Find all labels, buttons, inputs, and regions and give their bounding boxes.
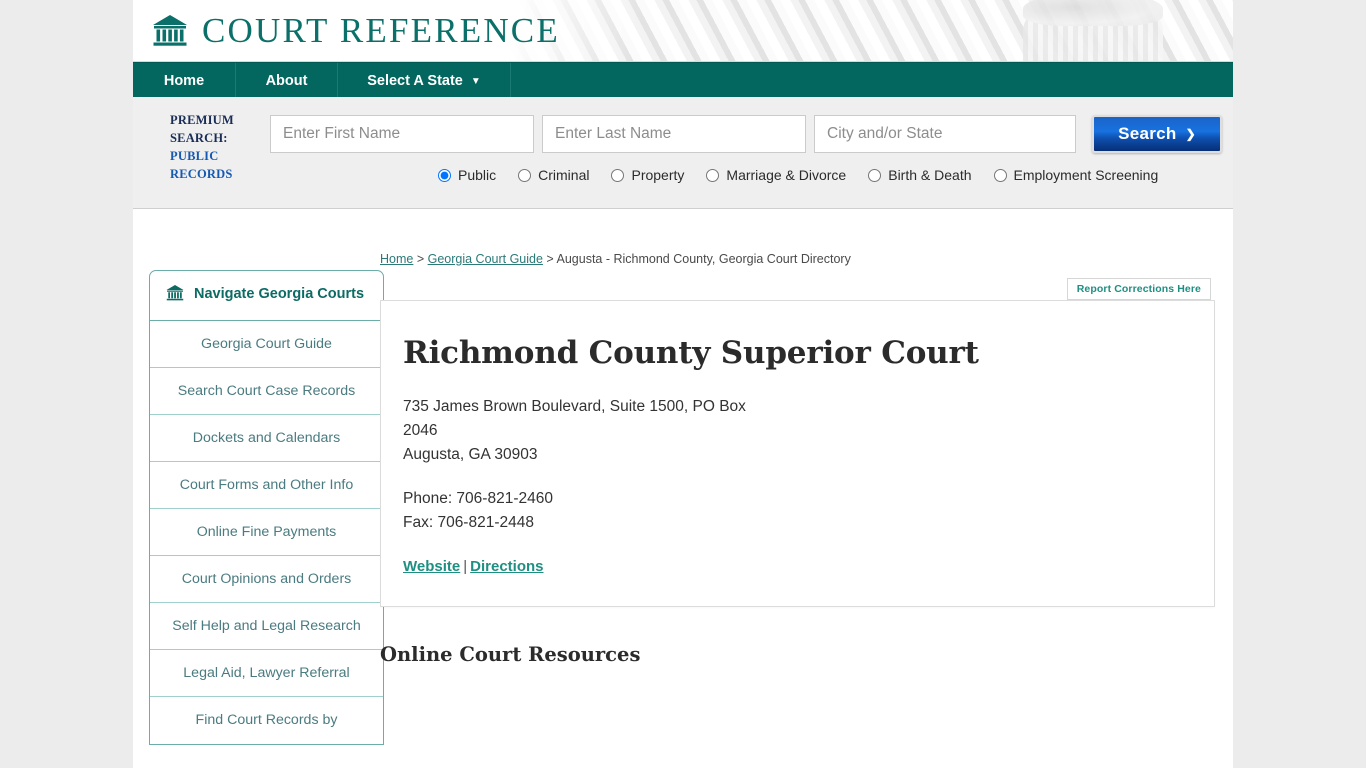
radio-input-employment-screening[interactable]: [993, 168, 1007, 182]
premium-label-line4: RECORDS: [170, 167, 233, 181]
nav-item-about-label: About: [265, 72, 308, 89]
breadcrumb-current: Augusta - Richmond County, Georgia Court…: [556, 252, 851, 266]
sidebar-item-label: Self Help and Legal Research: [172, 617, 361, 634]
sidebar-item-label: Dockets and Calendars: [192, 429, 341, 446]
fax-number: Fax: 706-821-2448: [403, 514, 534, 531]
search-fields-row: Search ❯: [270, 115, 1222, 153]
premium-search-label: PREMIUM SEARCH: PUBLIC RECORDS: [170, 111, 270, 183]
breadcrumb-link-georgia-court-guide[interactable]: Georgia Court Guide: [428, 252, 543, 266]
address-line-2: Augusta, GA 30903: [403, 446, 538, 463]
nav-item-select-a-state-label: Select A State: [367, 72, 463, 89]
radio-option-employment-screening[interactable]: Employment Screening: [993, 167, 1159, 183]
radio-input-criminal[interactable]: [518, 168, 532, 182]
sidebar-item-dockets-and-calendars[interactable]: Dockets and Calendars: [150, 415, 383, 462]
sidebar-item-label: Search Court Case Records: [177, 382, 356, 399]
address-line-1: 735 James Brown Boulevard, Suite 1500, P…: [403, 398, 746, 439]
sidebar-header: Navigate Georgia Courts: [150, 271, 383, 321]
sidebar-item-label: Legal Aid, Lawyer Referral: [183, 664, 350, 681]
radio-option-marriage-divorce[interactable]: Marriage & Divorce: [706, 167, 846, 183]
radio-option-criminal[interactable]: Criminal: [518, 167, 589, 183]
nav-item-select-a-state[interactable]: Select A State ▼: [338, 63, 511, 98]
courthouse-icon: [152, 14, 188, 48]
radio-label-criminal: Criminal: [538, 167, 590, 183]
city-state-input[interactable]: [814, 115, 1076, 153]
courthouse-icon: [166, 284, 184, 307]
premium-label-line3: PUBLIC: [170, 149, 219, 163]
brand-logo[interactable]: COURT REFERENCE: [133, 0, 1233, 61]
chevron-down-icon: ▼: [470, 76, 481, 87]
sidebar-item-search-court-case-records[interactable]: Search Court Case Records: [150, 368, 383, 415]
main-navigation: Home About Select A State ▼: [133, 62, 1233, 98]
sidebar-item-court-opinions-and-orders[interactable]: Court Opinions and Orders: [150, 556, 383, 603]
sidebar-item-georgia-court-guide[interactable]: Georgia Court Guide: [150, 321, 383, 368]
nav-item-home[interactable]: Home: [133, 63, 236, 98]
radio-input-birth-death[interactable]: [868, 168, 882, 182]
first-name-input[interactable]: [270, 115, 534, 153]
sidebar-item-court-forms-and-other-info[interactable]: Court Forms and Other Info: [150, 462, 383, 509]
chevron-right-icon: ❯: [1185, 127, 1196, 141]
radio-label-property: Property: [631, 167, 685, 183]
sidebar-item-label: Georgia Court Guide: [201, 335, 332, 352]
nav-item-home-label: Home: [163, 72, 205, 89]
sidebar-item-legal-aid-lawyer-referral[interactable]: Legal Aid, Lawyer Referral: [150, 650, 383, 697]
court-links: Website | Directions: [403, 555, 753, 579]
last-name-input[interactable]: [542, 115, 806, 153]
sidebar-item-label: Court Opinions and Orders: [181, 570, 352, 587]
report-corrections-button[interactable]: Report Corrections Here: [1066, 278, 1211, 300]
directions-link[interactable]: Directions: [470, 558, 543, 575]
page-title: Richmond County Superior Court: [403, 335, 979, 371]
search-button[interactable]: Search ❯: [1092, 115, 1222, 153]
breadcrumb-separator-1: >: [413, 252, 428, 266]
page-container: COURT REFERENCE Home About Select A Stat…: [133, 0, 1233, 768]
sidebar-item-find-court-records-by-county[interactable]: Find Court Records by: [150, 697, 383, 744]
site-masthead: COURT REFERENCE: [133, 0, 1233, 62]
page-content: Home > Georgia Court Guide > Augusta - R…: [133, 209, 1233, 765]
radio-input-public[interactable]: [438, 168, 451, 182]
radio-label-marriage-divorce: Marriage & Divorce: [726, 167, 847, 183]
radio-input-property[interactable]: [611, 168, 625, 182]
breadcrumb-separator-2: >: [542, 252, 557, 266]
radio-label-public: Public: [458, 167, 497, 183]
sidebar-item-label: Court Forms and Other Info: [179, 476, 354, 493]
sidebar-navigate-georgia-courts: Navigate Georgia Courts Georgia Court Gu…: [149, 270, 384, 745]
court-address-block: 735 James Brown Boulevard, Suite 1500, P…: [403, 395, 753, 579]
brand-name: COURT REFERENCE: [202, 11, 560, 50]
search-category-radios: Public Criminal Property Marriage & Divo…: [438, 167, 1158, 183]
sidebar-heading: Navigate Georgia Courts: [194, 286, 365, 302]
sidebar-item-label: Find Court Records by: [195, 712, 338, 728]
nav-item-about[interactable]: About: [236, 63, 338, 98]
premium-search-bar: PREMIUM SEARCH: PUBLIC RECORDS Search ❯ …: [133, 97, 1233, 209]
breadcrumb: Home > Georgia Court Guide > Augusta - R…: [380, 252, 851, 266]
links-separator: |: [463, 558, 468, 575]
radio-label-employment-screening: Employment Screening: [1013, 167, 1159, 183]
premium-label-line2: SEARCH:: [170, 131, 228, 145]
radio-input-marriage-divorce[interactable]: [706, 168, 720, 182]
sidebar-item-online-fine-payments[interactable]: Online Fine Payments: [150, 509, 383, 556]
search-button-label: Search: [1118, 124, 1177, 143]
radio-option-public[interactable]: Public: [438, 167, 496, 183]
section-heading-online-court-resources: Online Court Resources: [380, 643, 641, 666]
premium-label-line1: PREMIUM: [170, 113, 234, 127]
sidebar-item-label: Online Fine Payments: [196, 523, 337, 540]
court-detail-card: Richmond County Superior Court 735 James…: [380, 300, 1215, 607]
breadcrumb-link-home[interactable]: Home: [380, 252, 413, 266]
radio-option-birth-death[interactable]: Birth & Death: [868, 167, 972, 183]
radio-label-birth-death: Birth & Death: [888, 167, 972, 183]
website-link[interactable]: Website: [403, 558, 460, 575]
sidebar-item-self-help-and-legal-research[interactable]: Self Help and Legal Research: [150, 603, 383, 650]
radio-option-property[interactable]: Property: [611, 167, 684, 183]
phone-number: Phone: 706-821-2460: [403, 490, 553, 507]
